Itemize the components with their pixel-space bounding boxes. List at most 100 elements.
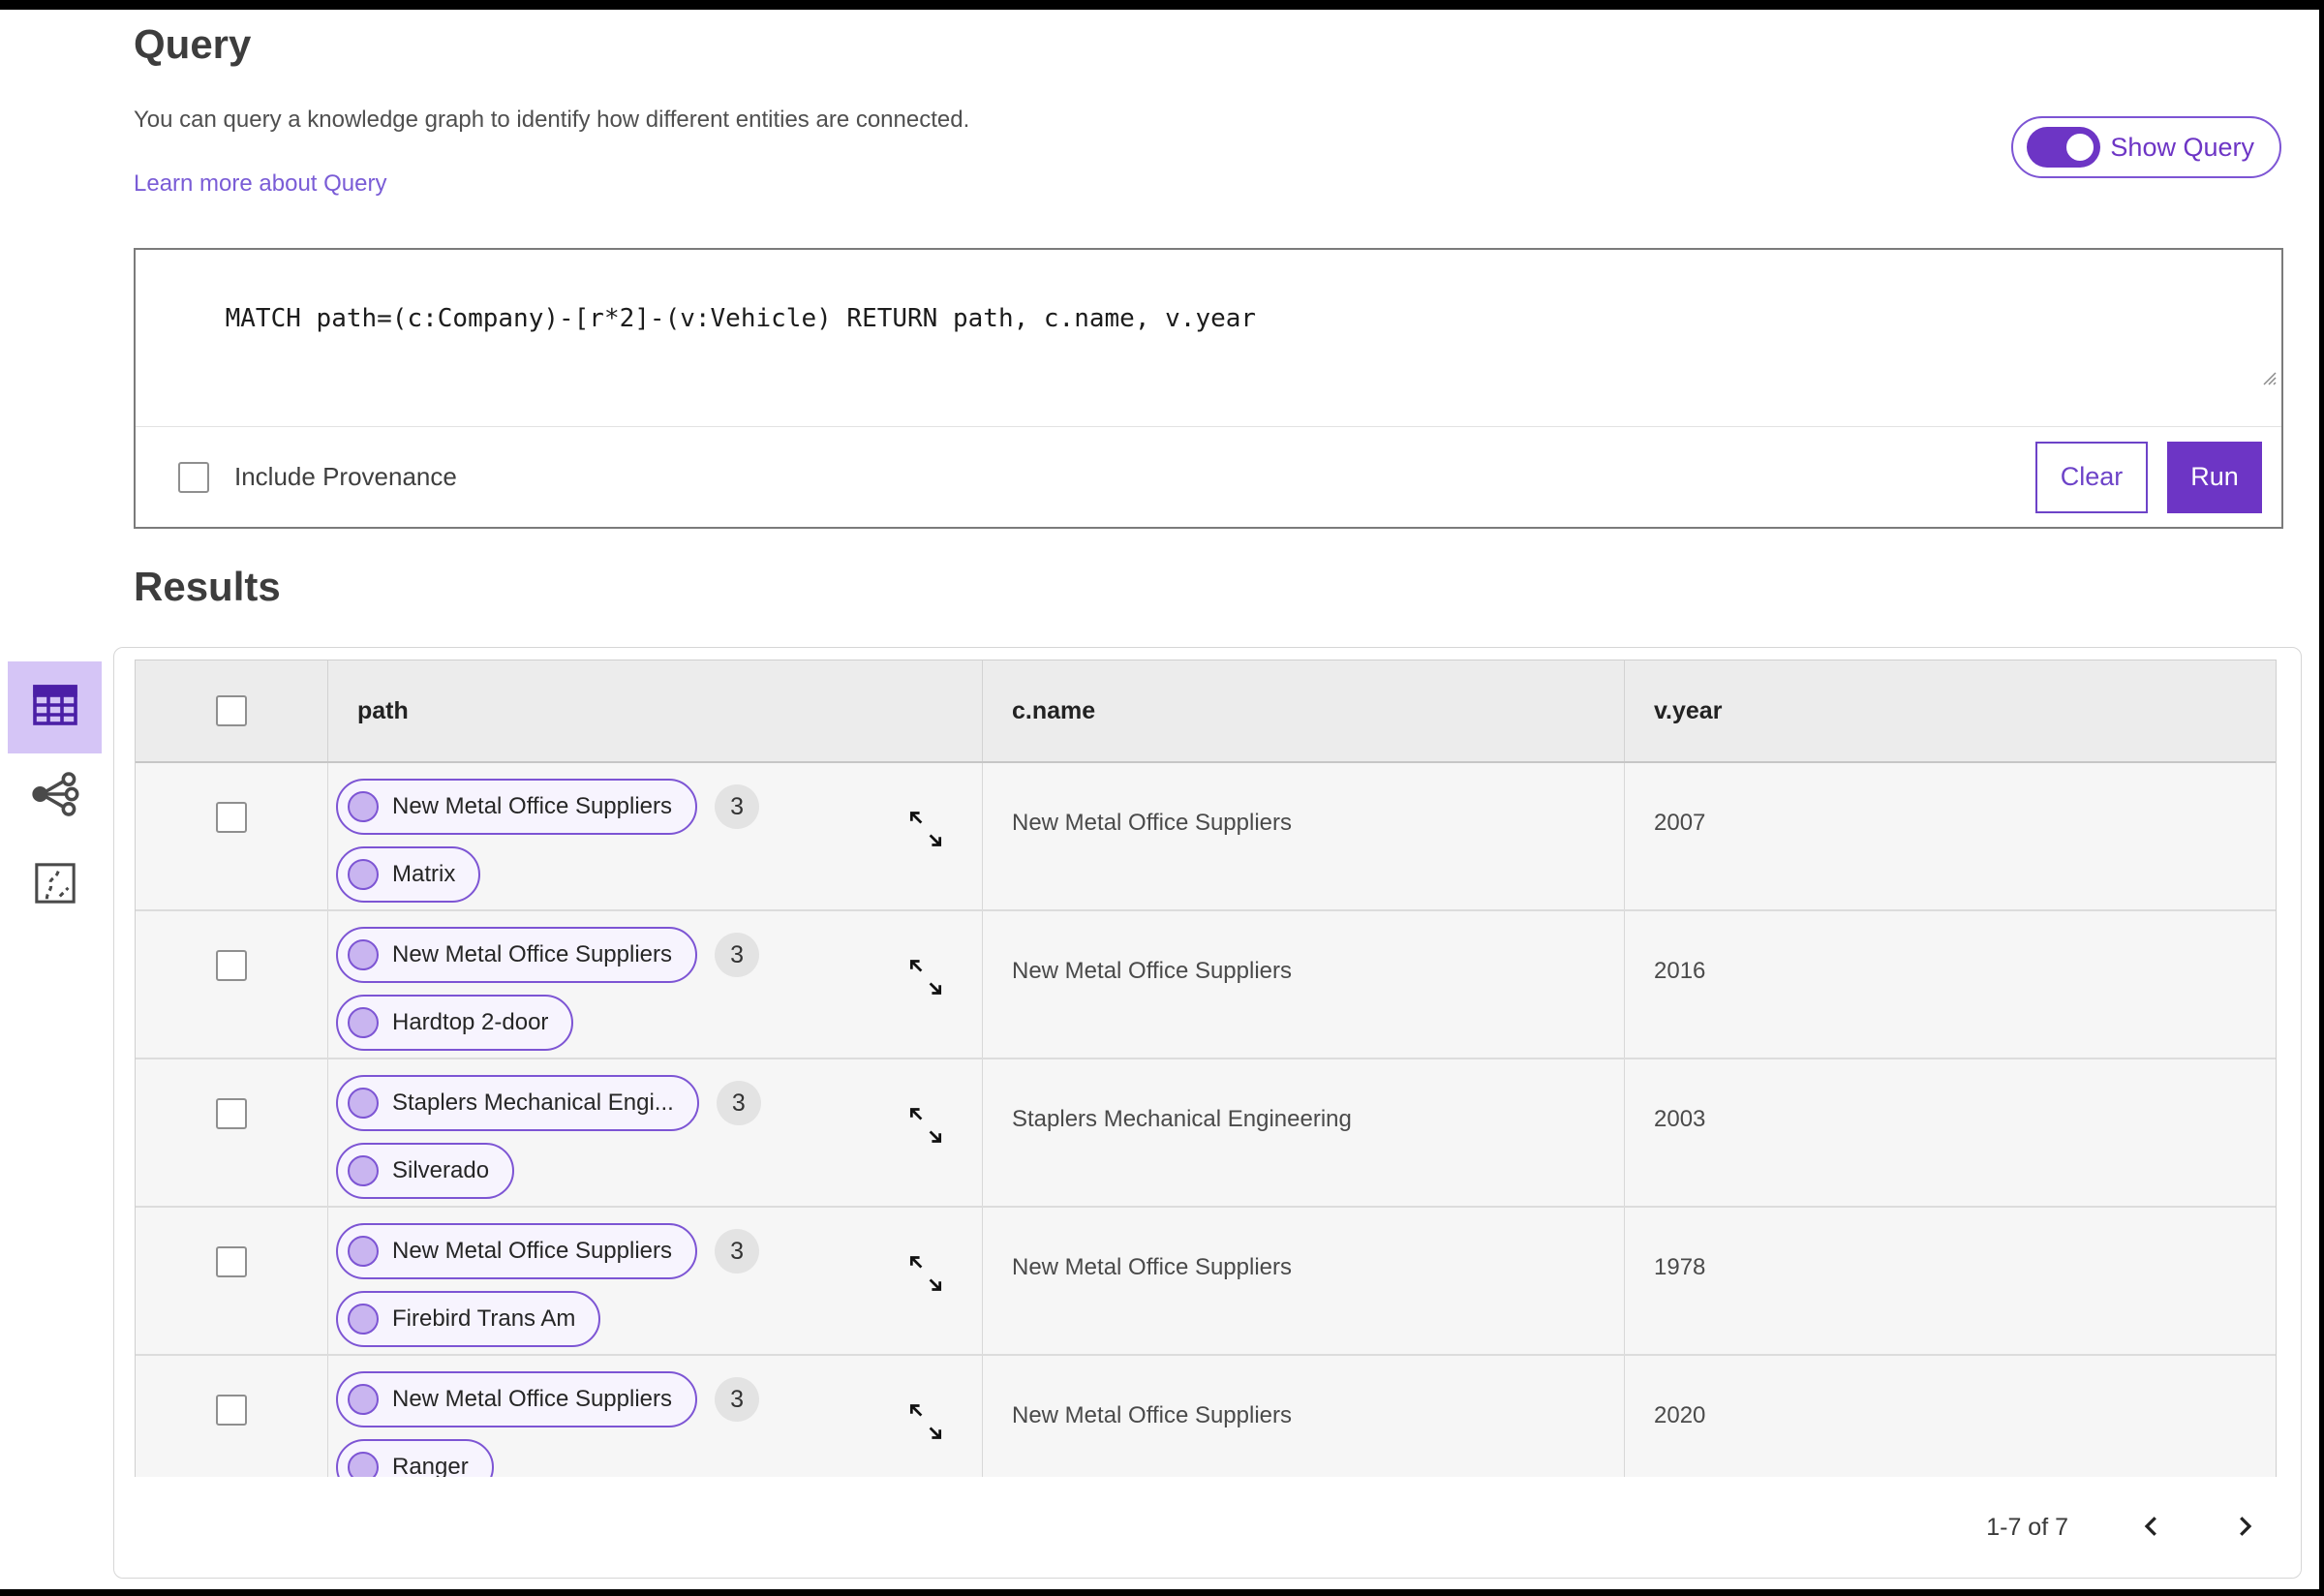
edge-count-badge: 3 [715,933,760,977]
query-toolbar: Include Provenance Clear Run [136,427,2281,527]
path-second-line: Ranger [336,1439,982,1477]
chevron-left-icon [2137,1512,2166,1544]
path-node-pill[interactable]: New Metal Office Suppliers [336,779,698,835]
results-card: path c.name v.year New Metal Office Supp… [113,647,2302,1579]
row-cell-vyear: 2007 [1654,810,1706,836]
table-row: New Metal Office Suppliers 3 Ranger New … [136,1356,2276,1477]
include-provenance-checkbox[interactable] [178,461,209,493]
row-checkbox[interactable] [216,1098,247,1129]
results-table: path c.name v.year New Metal Office Supp… [135,660,2277,1478]
row-cell-cname: New Metal Office Suppliers [983,1208,1625,1354]
row-cell-path: New Metal Office Suppliers 3 Matrix [328,763,983,909]
screenshot-top-edge [0,0,2324,10]
header-cell-vyear: v.year [1654,696,1723,724]
path-node-label: Matrix [392,861,456,887]
edge-count-badge: 3 [715,784,760,829]
chevron-right-icon [2230,1512,2259,1544]
path-node-pill[interactable]: Hardtop 2-door [336,995,574,1051]
path-first-line: New Metal Office Suppliers 3 [336,927,982,983]
table-row: New Metal Office Suppliers 3 Firebird Tr… [136,1208,2276,1356]
table-view-icon [32,684,78,731]
header-cell-cname: c.name [983,660,1625,761]
clear-button[interactable]: Clear [2035,441,2148,513]
row-cell-cname: Staplers Mechanical Engineering [983,1059,1625,1206]
path-second-line: Matrix [336,846,982,903]
path-node-pill[interactable]: Matrix [336,846,481,903]
view-switcher-table[interactable] [8,661,102,753]
edge-count-badge: 3 [715,1229,760,1274]
expand-path-icon[interactable] [904,1252,947,1295]
row-checkbox[interactable] [216,802,247,833]
node-circle-icon [348,1304,379,1335]
path-node-label: New Metal Office Suppliers [392,1386,673,1412]
next-page-button[interactable] [2221,1504,2268,1550]
view-switcher-graph[interactable] [30,771,80,821]
include-provenance-label: Include Provenance [234,462,457,491]
path-node-label: New Metal Office Suppliers [392,793,673,819]
edge-count-badge: 3 [715,1377,760,1422]
path-node-pill[interactable]: New Metal Office Suppliers [336,1223,698,1279]
map-view-icon [33,861,77,910]
row-cell-select [136,911,328,1058]
query-text: MATCH path=(c:Company)-[r*2]-(v:Vehicle)… [225,304,1257,333]
path-node-pill[interactable]: Firebird Trans Am [336,1291,601,1347]
pagination-bar: 1-7 of 7 [114,1477,2301,1578]
results-title: Results [134,564,281,609]
select-all-checkbox[interactable] [216,695,247,726]
path-node-label: New Metal Office Suppliers [392,941,673,967]
page-title: Query [134,21,252,67]
table-row: New Metal Office Suppliers 3 Matrix New … [136,763,2276,911]
table-row: New Metal Office Suppliers 3 Hardtop 2-d… [136,911,2276,1059]
row-cell-select [136,1356,328,1477]
expand-path-icon[interactable] [904,1104,947,1147]
row-cell-vyear: 2020 [1654,1402,1706,1428]
row-cell-cname: New Metal Office Suppliers [983,1356,1625,1477]
learn-more-link[interactable]: Learn more about Query [134,170,386,198]
path-node-label: New Metal Office Suppliers [392,1238,673,1264]
path-node-label: Hardtop 2-door [392,1009,549,1035]
path-first-line: New Metal Office Suppliers 3 [336,1371,982,1427]
header-cell-select [136,660,328,761]
path-node-pill[interactable]: Staplers Mechanical Engi... [336,1075,699,1131]
path-node-pill[interactable]: Silverado [336,1143,515,1199]
row-checkbox[interactable] [216,1246,247,1277]
node-circle-icon [348,859,379,890]
row-checkbox[interactable] [216,950,247,981]
table-header-row: path c.name v.year [136,660,2276,763]
path-node-pill[interactable]: Ranger [336,1439,494,1477]
row-cell-vyear: 2016 [1654,958,1706,984]
path-second-line: Silverado [336,1143,982,1199]
row-cell-select [136,1059,328,1206]
node-circle-icon [348,1384,379,1415]
toggle-knob [2063,130,2098,165]
path-node-label: Staplers Mechanical Engi... [392,1090,674,1116]
path-second-line: Firebird Trans Am [336,1291,982,1347]
node-circle-icon [348,1007,379,1038]
query-input[interactable]: MATCH path=(c:Company)-[r*2]-(v:Vehicle)… [136,250,2281,427]
row-cell-path: Staplers Mechanical Engi... 3 Silverado [328,1059,983,1206]
expand-path-icon[interactable] [904,956,947,998]
row-cell-path: New Metal Office Suppliers 3 Ranger [328,1356,983,1477]
previous-page-button[interactable] [2128,1504,2175,1550]
run-button[interactable]: Run [2167,441,2262,513]
row-cell-vyear: 1978 [1654,1254,1706,1280]
table-body: New Metal Office Suppliers 3 Matrix New … [136,763,2276,1477]
node-circle-icon [348,1236,379,1267]
expand-path-icon[interactable] [904,1400,947,1443]
node-circle-icon [348,1155,379,1186]
row-cell-select [136,1208,328,1354]
path-node-pill[interactable]: New Metal Office Suppliers [336,1371,698,1427]
row-cell-path: New Metal Office Suppliers 3 Firebird Tr… [328,1208,983,1354]
path-first-line: New Metal Office Suppliers 3 [336,1223,982,1279]
resize-grip-icon[interactable] [2168,336,2278,423]
view-switcher-map[interactable] [30,860,80,910]
node-circle-icon [348,1088,379,1119]
row-cell-cname: New Metal Office Suppliers [983,911,1625,1058]
show-query-toggle[interactable]: Show Query [2011,116,2281,178]
graph-view-icon [31,770,79,823]
row-checkbox[interactable] [216,1395,247,1426]
path-second-line: Hardtop 2-door [336,995,982,1051]
expand-path-icon[interactable] [904,808,947,850]
query-description: You can query a knowledge graph to ident… [134,107,970,133]
path-node-pill[interactable]: New Metal Office Suppliers [336,927,698,983]
